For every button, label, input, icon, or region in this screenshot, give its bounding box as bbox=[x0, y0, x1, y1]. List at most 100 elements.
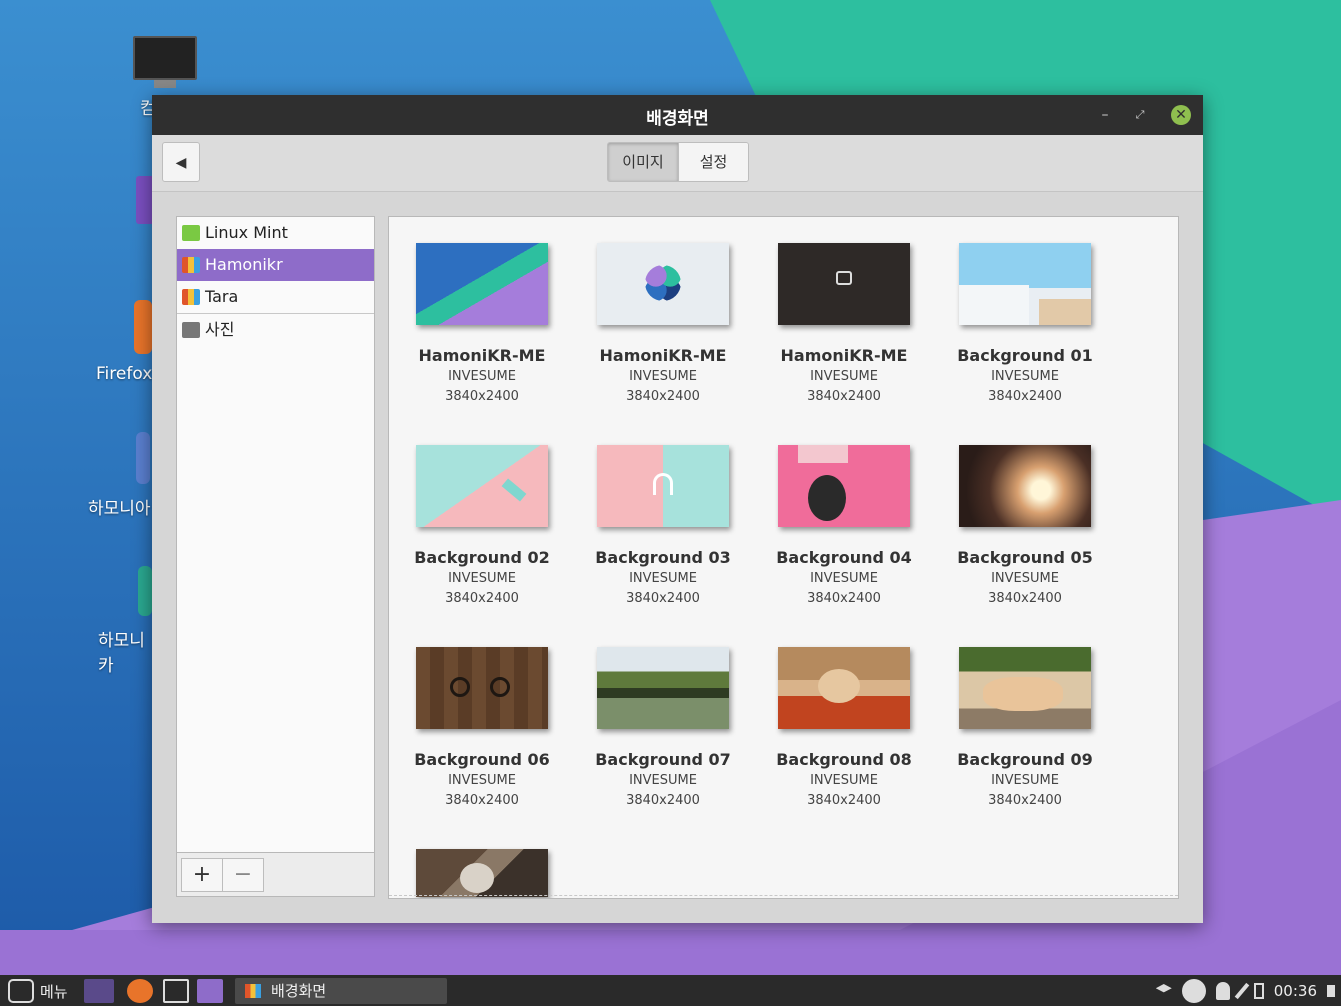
wallpaper-tile[interactable]: Background 07 INVESUME 3840x2400 bbox=[573, 647, 753, 808]
desktop-icon-label: 하모니아 bbox=[88, 499, 151, 519]
grid-scroll-edge bbox=[389, 895, 1178, 896]
wallpaper-resolution: 3840x2400 bbox=[807, 389, 881, 404]
wallpaper-tile[interactable]: Background 06 INVESUME 3840x2400 bbox=[392, 647, 572, 808]
sidebar-item-tara[interactable]: Tara bbox=[177, 281, 374, 313]
wallpaper-thumbnail bbox=[416, 445, 548, 527]
computer-icon bbox=[133, 36, 197, 80]
wallpaper-tile[interactable]: Background 01 INVESUME 3840x2400 bbox=[935, 243, 1115, 404]
wallpaper-resolution: 3840x2400 bbox=[988, 389, 1062, 404]
wallpaper-resolution: 3840x2400 bbox=[626, 591, 700, 606]
dropbox-icon[interactable] bbox=[1155, 984, 1172, 993]
wallpaper-resolution: 3840x2400 bbox=[807, 793, 881, 808]
wallpaper-name: Background 02 bbox=[414, 548, 550, 567]
wallpaper-resolution: 3840x2400 bbox=[988, 793, 1062, 808]
menu-label: 메뉴 bbox=[40, 982, 68, 1001]
wallpaper-thumbnail bbox=[597, 243, 729, 325]
volume-icon[interactable] bbox=[1327, 985, 1335, 997]
wallpaper-tile[interactable]: Background 09 INVESUME 3840x2400 bbox=[935, 647, 1115, 808]
remove-folder-button[interactable]: − bbox=[222, 858, 264, 892]
wallpaper-author: INVESUME bbox=[810, 571, 878, 586]
wallpaper-tile[interactable]: Background 03 INVESUME 3840x2400 bbox=[573, 445, 753, 606]
sidebar-actions: + − bbox=[177, 852, 374, 896]
wallpaper-thumbnail bbox=[959, 243, 1091, 325]
desktop-icon-hamonikr[interactable]: 하모니카 bbox=[98, 566, 152, 676]
wallpaper-thumbnail bbox=[778, 647, 910, 729]
wallpaper-thumbnail bbox=[959, 445, 1091, 527]
wallpaper-author: INVESUME bbox=[629, 571, 697, 586]
desktop-icon-app[interactable]: 하모니아 bbox=[88, 432, 152, 519]
wallpaper-author: INVESUME bbox=[810, 773, 878, 788]
wallpaper-author: INVESUME bbox=[448, 571, 516, 586]
user-icon[interactable] bbox=[1215, 982, 1230, 1000]
sidebar-item-linux-mint[interactable]: Linux Mint bbox=[177, 217, 374, 249]
sidebar-item-label: 사진 bbox=[205, 320, 235, 339]
tab-settings[interactable]: 설정 bbox=[678, 143, 748, 181]
wallpaper-resolution: 3840x2400 bbox=[445, 389, 519, 404]
wallpaper-author: INVESUME bbox=[448, 773, 516, 788]
wallpaper-tile[interactable]: Background 05 INVESUME 3840x2400 bbox=[935, 445, 1115, 606]
desktop-icon-label: Firefox bbox=[96, 364, 153, 384]
close-button[interactable]: ✕ bbox=[1171, 105, 1191, 125]
taskbar-window-label: 배경화면 bbox=[271, 982, 327, 1000]
mint-folder-icon bbox=[182, 225, 200, 241]
firefox-icon bbox=[134, 300, 152, 354]
menu-button[interactable]: 메뉴 bbox=[8, 979, 68, 1003]
wallpaper-tile[interactable]: HamoniKR-ME INVESUME 3840x2400 bbox=[754, 243, 934, 404]
collection-sidebar: Linux Mint Hamonikr Tara 사진 + − bbox=[176, 216, 375, 897]
mint-logo-icon bbox=[8, 979, 34, 1003]
sidebar-item-label: Hamonikr bbox=[205, 255, 283, 274]
wallpaper-tile[interactable]: HamoniKR-ME INVESUME 3840x2400 bbox=[573, 243, 753, 404]
toolbar: ◀ 이미지 설정 bbox=[152, 135, 1203, 192]
wallpaper-name: Background 06 bbox=[414, 750, 550, 769]
wallpaper-author: INVESUME bbox=[991, 773, 1059, 788]
add-folder-button[interactable]: + bbox=[181, 858, 223, 892]
pen-icon[interactable] bbox=[1234, 982, 1250, 1000]
sidebar-item-photos[interactable]: 사진 bbox=[177, 314, 374, 346]
wallpaper-thumbnail bbox=[778, 445, 910, 527]
wallpaper-tile[interactable]: Background 08 INVESUME 3840x2400 bbox=[754, 647, 934, 808]
back-button[interactable]: ◀ bbox=[162, 142, 200, 182]
tab-images[interactable]: 이미지 bbox=[608, 143, 678, 181]
taskbar: 메뉴 배경화면 00:36 bbox=[0, 975, 1341, 1006]
terminal-launcher-icon[interactable] bbox=[163, 979, 189, 1003]
wallpaper-tile[interactable]: HamoniKR-ME INVESUME 3840x2400 bbox=[392, 243, 572, 404]
wallpaper-thumbnail bbox=[416, 243, 548, 325]
view-switcher: 이미지 설정 bbox=[607, 142, 749, 182]
wallpaper-tile[interactable]: Background 04 INVESUME 3840x2400 bbox=[754, 445, 934, 606]
backgrounds-window: 배경화면 – ⤢ ✕ ◀ 이미지 설정 Linux Mint Hamonikr … bbox=[152, 95, 1203, 923]
taskbar-window-backgrounds[interactable]: 배경화면 bbox=[235, 978, 447, 1004]
wallpaper-author: INVESUME bbox=[991, 571, 1059, 586]
back-arrow-icon: ◀ bbox=[175, 155, 187, 171]
window-title: 배경화면 bbox=[646, 109, 709, 129]
image-folder-icon bbox=[182, 257, 200, 273]
status-icon[interactable] bbox=[1181, 979, 1206, 1003]
camera-folder-icon bbox=[182, 322, 200, 338]
wallpaper-thumbnail bbox=[416, 849, 548, 897]
wallpaper-name: HamoniKR-ME bbox=[599, 346, 727, 365]
maximize-button[interactable]: ⤢ bbox=[1130, 105, 1150, 125]
wallpaper-name: Background 05 bbox=[957, 548, 1093, 567]
show-desktop-icon[interactable] bbox=[84, 979, 114, 1003]
files-launcher-icon[interactable] bbox=[197, 979, 223, 1003]
wallpaper-name: Background 04 bbox=[776, 548, 912, 567]
wallpaper-author: INVESUME bbox=[448, 369, 516, 384]
wallpaper-resolution: 3840x2400 bbox=[445, 793, 519, 808]
minimize-button[interactable]: – bbox=[1095, 105, 1115, 125]
wallpaper-name: Background 01 bbox=[957, 346, 1093, 365]
wallpaper-resolution: 3840x2400 bbox=[626, 793, 700, 808]
clock[interactable]: 00:36 bbox=[1274, 982, 1317, 1000]
image-folder-icon bbox=[182, 289, 200, 305]
wallpaper-author: INVESUME bbox=[991, 369, 1059, 384]
wallpaper-resolution: 3840x2400 bbox=[626, 389, 700, 404]
wallpaper-author: INVESUME bbox=[629, 773, 697, 788]
desktop-icon-firefox[interactable]: Firefox bbox=[92, 300, 152, 384]
firefox-launcher-icon[interactable] bbox=[127, 979, 153, 1003]
wallpaper-tile[interactable]: Background 02 INVESUME 3840x2400 bbox=[392, 445, 572, 606]
system-tray: 00:36 bbox=[1155, 979, 1335, 1003]
app-icon bbox=[136, 432, 150, 484]
wallpaper-tile[interactable] bbox=[392, 849, 572, 897]
battery-icon[interactable] bbox=[1253, 983, 1264, 999]
sidebar-item-hamonikr[interactable]: Hamonikr bbox=[177, 249, 374, 281]
wallpaper-thumbnail bbox=[597, 445, 729, 527]
titlebar[interactable]: 배경화면 – ⤢ ✕ bbox=[152, 95, 1203, 135]
